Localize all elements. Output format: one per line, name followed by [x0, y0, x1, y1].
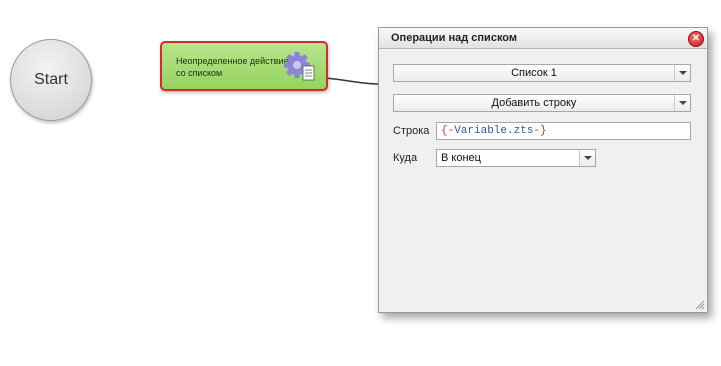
where-select[interactable]: В конец: [436, 149, 596, 167]
start-node-label: Start: [34, 71, 68, 88]
panel-header[interactable]: Операции над списком ✕: [379, 28, 707, 49]
operation-select[interactable]: Добавить строку: [393, 94, 691, 112]
where-field-label: Куда: [393, 152, 418, 164]
chevron-down-icon[interactable]: [579, 150, 595, 166]
var-name-token: Variable.zts: [454, 125, 534, 137]
action-node[interactable]: Неопределенное действие со списком: [160, 41, 328, 91]
var-close-token: -}: [533, 125, 547, 137]
panel-title: Операции над списком: [391, 32, 518, 44]
action-node-label: Неопределенное действие со списком: [176, 56, 289, 78]
chevron-down-icon[interactable]: [674, 65, 690, 81]
list-select[interactable]: Список 1: [393, 64, 691, 82]
var-open-token: {-: [441, 125, 455, 137]
operation-select-value: Добавить строку: [491, 97, 577, 109]
row-field-input[interactable]: {-Variable.zts-}: [436, 122, 691, 140]
gear-document-icon: [284, 52, 315, 81]
chevron-down-icon[interactable]: [674, 95, 690, 111]
start-node[interactable]: Start: [10, 39, 92, 121]
row-field-label: Строка: [393, 125, 430, 137]
close-icon[interactable]: ✕: [688, 31, 704, 47]
where-select-value: В конец: [441, 152, 481, 164]
list-select-value: Список 1: [511, 67, 557, 79]
resize-grip-icon[interactable]: [693, 298, 705, 310]
list-operations-panel: Операции над списком ✕ Список 1 Добавить…: [378, 27, 708, 313]
